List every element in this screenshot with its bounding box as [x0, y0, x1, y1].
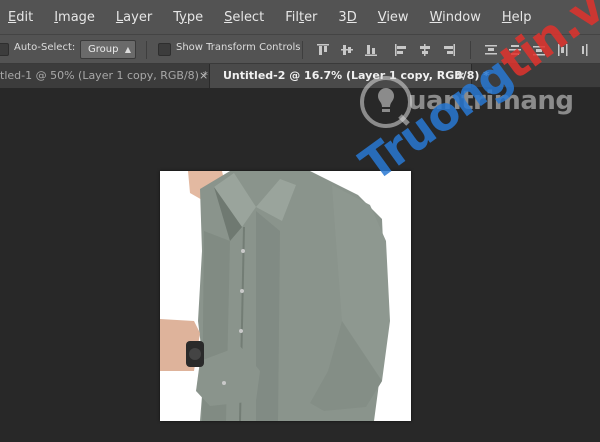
menu-3d[interactable]: 3D [338, 10, 363, 25]
menu-bar: Edit Image Layer Type Select Filter 3D View Wind… [0, 0, 600, 34]
options-separator [146, 41, 147, 59]
dropdown-arrow-icon: ▲ [124, 45, 131, 54]
align-top-icon[interactable] [316, 43, 330, 57]
menu-layer[interactable]: Layer [116, 10, 159, 25]
align-right-icon[interactable] [442, 43, 456, 57]
align-vcenter-icon[interactable] [340, 43, 354, 57]
menu-type[interactable]: Type [173, 10, 210, 25]
menu-edit[interactable]: Edit [8, 10, 40, 25]
align-left-icon[interactable] [394, 43, 408, 57]
show-transform-label: Show Transform Controls [176, 42, 301, 53]
tab-untitled-1-label: tled-1 @ 50% (Layer 1 copy, RGB/8) * [0, 69, 208, 82]
align-hcenter-icon[interactable] [418, 43, 432, 57]
document-canvas[interactable] [160, 171, 411, 421]
menu-select[interactable]: Select [224, 10, 271, 25]
menu-view[interactable]: View [378, 10, 416, 25]
align-bottom-icon[interactable] [364, 43, 378, 57]
group-dropdown-value: Group [88, 44, 119, 55]
tab-untitled-1[interactable]: tled-1 @ 50% (Layer 1 copy, RGB/8) * × [0, 64, 210, 88]
close-icon[interactable]: × [199, 64, 208, 88]
options-separator [302, 41, 303, 59]
group-dropdown[interactable]: Group ▲ [80, 40, 136, 59]
canvas-workspace[interactable]: uantrimang Truongtin.vn [0, 0, 600, 442]
options-separator [470, 41, 471, 59]
menu-window[interactable]: Window [430, 10, 488, 25]
tab-untitled-2[interactable]: Untitled-2 @ 16.7% (Layer 1 copy, RGB/8)… [210, 64, 489, 88]
show-transform-checkbox[interactable] [158, 43, 171, 56]
menu-image[interactable]: Image [54, 10, 102, 25]
menu-filter[interactable]: Filter [285, 10, 324, 25]
auto-select-checkbox[interactable] [0, 43, 9, 56]
auto-select-label: Auto-Select: [14, 42, 76, 53]
shirt-photo [160, 171, 390, 421]
